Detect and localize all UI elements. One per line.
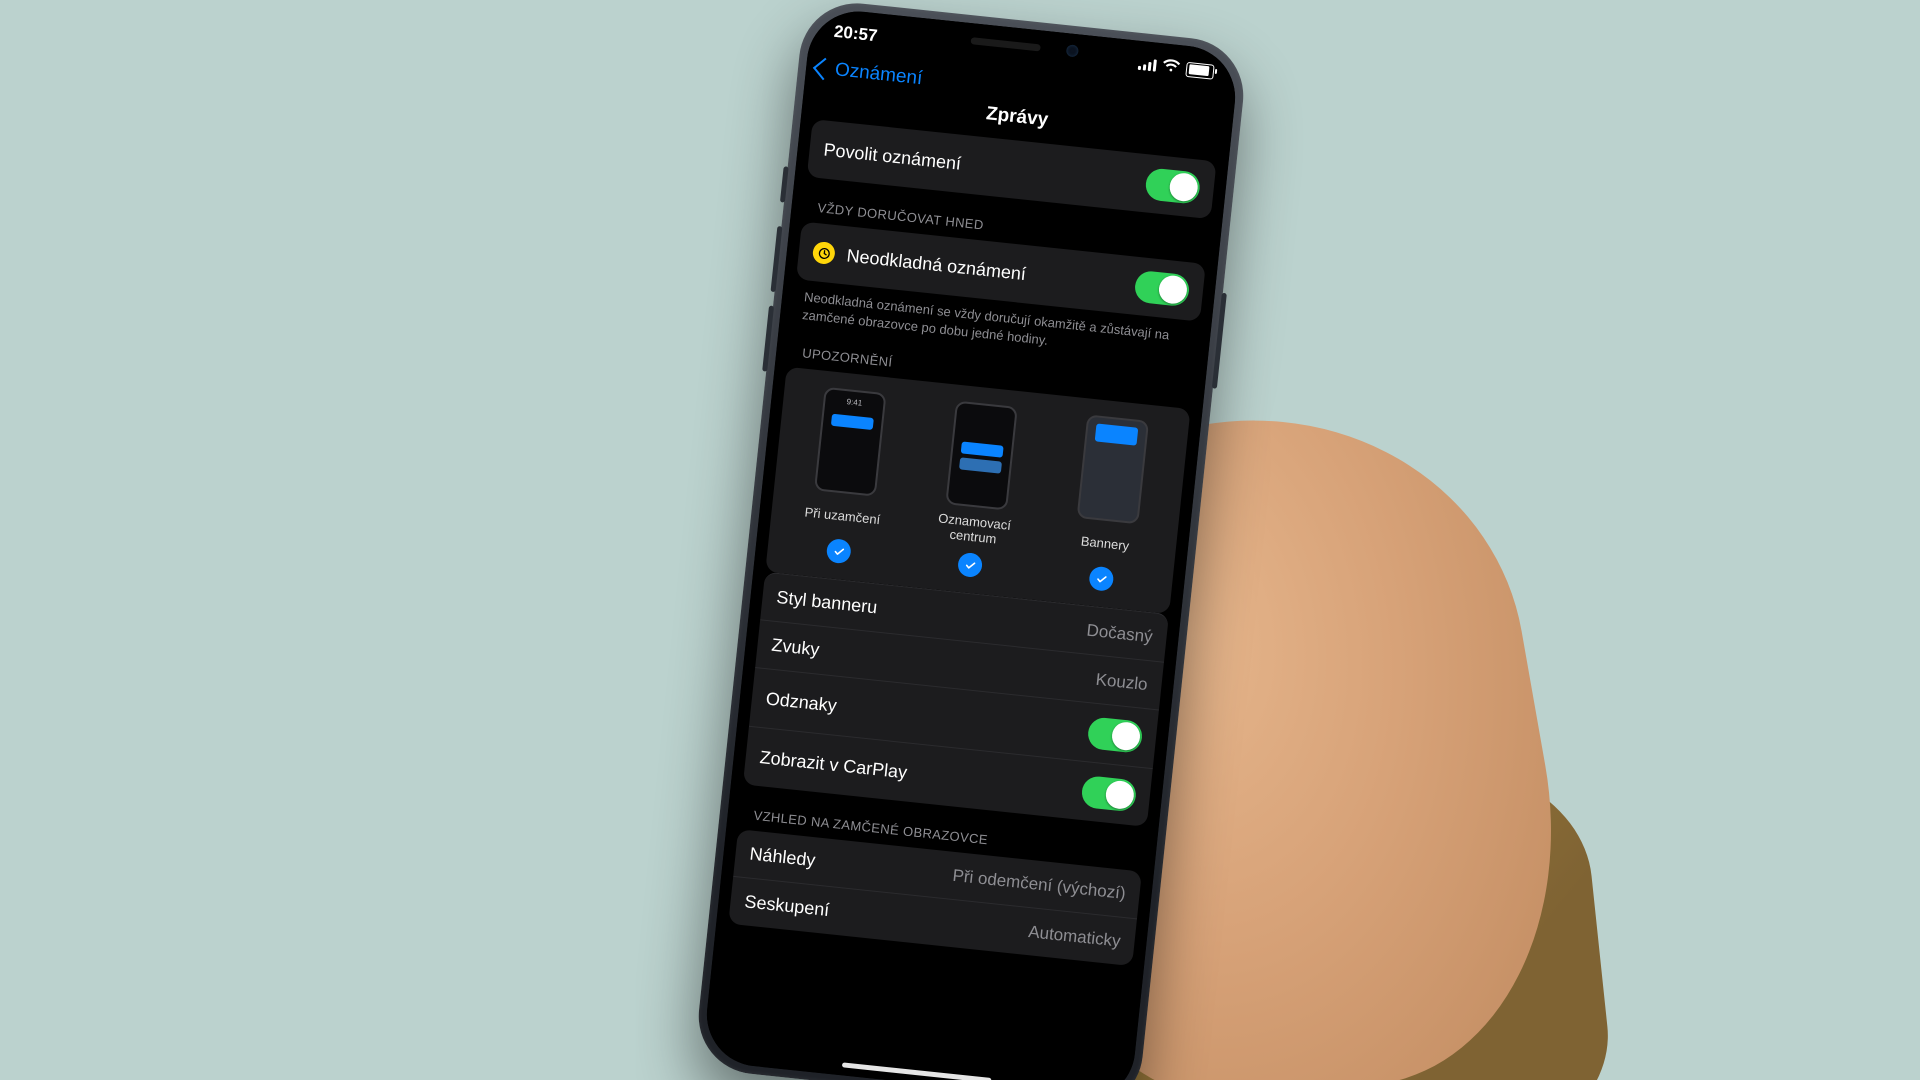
iphone-device: 20:57 Oznámení <box>693 0 1249 1080</box>
battery-icon <box>1185 61 1214 79</box>
wifi-icon <box>1161 56 1181 78</box>
checkmark-icon[interactable] <box>957 552 983 578</box>
row-value: Dočasný <box>1086 620 1154 647</box>
row-label: Styl banneru <box>775 587 878 618</box>
alert-label: Při uzamčení <box>803 498 882 536</box>
clock-icon <box>812 241 836 265</box>
alert-label: Oznamovací centrum <box>911 509 1035 552</box>
alert-option-center[interactable]: Oznamovací centrum <box>908 398 1048 584</box>
allow-toggle[interactable] <box>1144 167 1201 204</box>
row-value: Kouzlo <box>1095 669 1149 694</box>
alert-option-banners[interactable]: Bannery <box>1039 411 1179 597</box>
row-value: Automaticky <box>1027 922 1121 952</box>
row-label: Náhledy <box>749 844 817 872</box>
mute-switch[interactable] <box>780 166 789 202</box>
row-label: Zobrazit v CarPlay <box>759 747 908 783</box>
urgent-label: Neodkladná oznámení <box>846 245 1027 285</box>
back-button[interactable]: Oznámení <box>815 57 923 90</box>
chevron-left-icon <box>813 58 836 81</box>
row-value: Při odemčení (výchozí) <box>952 865 1127 903</box>
alert-style-row: 9:41 Při uzamčení <box>765 367 1190 614</box>
row-label: Seskupení <box>744 891 831 921</box>
cellular-icon <box>1138 58 1157 72</box>
banner-preview-icon <box>1077 414 1150 524</box>
allow-label: Povolit oznámení <box>823 139 963 174</box>
urgent-toggle[interactable] <box>1133 270 1190 307</box>
row-label: Zvuky <box>770 635 820 661</box>
alert-option-lockscreen[interactable]: 9:41 Při uzamčení <box>777 384 917 570</box>
front-camera-icon <box>1066 44 1079 57</box>
checkmark-icon[interactable] <box>1088 566 1114 592</box>
lockscreen-preview-icon: 9:41 <box>814 387 887 497</box>
carplay-toggle[interactable] <box>1080 775 1137 812</box>
content[interactable]: Povolit oznámení VŽDY DORUČOVAT HNED <box>702 118 1229 1080</box>
notification-center-preview-icon <box>945 401 1018 511</box>
alert-options-list: Styl banneru Dočasný Zvuky Kouzlo Odznak… <box>743 572 1169 827</box>
stage: 20:57 Oznámení <box>0 0 1920 1080</box>
volume-down-button[interactable] <box>762 306 774 372</box>
back-label: Oznámení <box>834 59 923 90</box>
checkmark-icon[interactable] <box>826 538 852 564</box>
status-time: 20:57 <box>833 22 878 46</box>
speaker-icon <box>971 37 1041 51</box>
volume-up-button[interactable] <box>771 226 783 292</box>
side-button[interactable] <box>1212 293 1227 389</box>
badges-toggle[interactable] <box>1087 716 1144 753</box>
alert-label: Bannery <box>1079 527 1130 562</box>
row-label: Odznaky <box>765 688 838 716</box>
